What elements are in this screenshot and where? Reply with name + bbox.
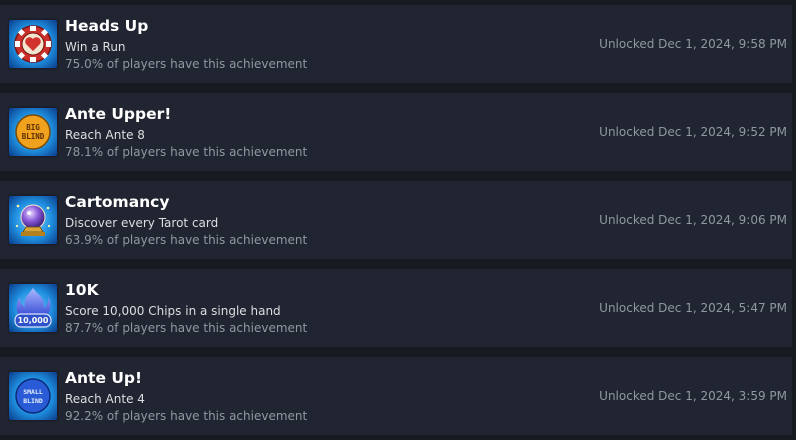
achievement-description: Reach Ante 4 (65, 392, 145, 406)
achievement-row-cartomancy: Cartomancy Discover every Tarot card 63.… (0, 181, 792, 259)
achievement-title: 10K (65, 281, 99, 299)
unlocked-timestamp: Unlocked Dec 1, 2024, 5:47 PM (599, 301, 787, 315)
unlocked-timestamp: Unlocked Dec 1, 2024, 9:58 PM (599, 37, 787, 51)
achievement-title: Cartomancy (65, 193, 170, 211)
svg-text:SMALL: SMALL (23, 388, 43, 396)
blue-flame-10000-icon: 10,000 (9, 284, 57, 332)
svg-text:BIG: BIG (26, 123, 40, 132)
achievement-title: Heads Up (65, 17, 149, 35)
unlocked-timestamp: Unlocked Dec 1, 2024, 9:06 PM (599, 213, 787, 227)
achievement-percent: 75.0% of players have this achievement (65, 57, 308, 71)
icon-label: 10,000 (17, 316, 49, 325)
achievement-percent: 92.2% of players have this achievement (65, 409, 308, 423)
unlocked-timestamp: Unlocked Dec 1, 2024, 3:59 PM (599, 389, 787, 403)
unlocked-timestamp: Unlocked Dec 1, 2024, 9:52 PM (599, 125, 787, 139)
achievement-row-ante-upper: BIG BLIND Ante Upper! Reach Ante 8 78.1%… (0, 93, 792, 171)
big-blind-chip-icon: BIG BLIND (9, 108, 57, 156)
svg-text:BLIND: BLIND (23, 397, 43, 405)
achievement-row-ante-up: SMALL BLIND Ante Up! Reach Ante 4 92.2% … (0, 357, 792, 435)
achievement-description: Discover every Tarot card (65, 216, 219, 230)
poker-chip-heart-icon (9, 20, 57, 68)
svg-text:BLIND: BLIND (22, 132, 45, 141)
achievement-title: Ante Upper! (65, 105, 172, 123)
achievement-description: Reach Ante 8 (65, 128, 145, 142)
achievement-list: Heads Up Win a Run 75.0% of players have… (0, 0, 796, 440)
crystal-ball-icon (9, 196, 57, 244)
achievement-row-10k: 10,000 10K Score 10,000 Chips in a singl… (0, 269, 792, 347)
achievement-percent: 78.1% of players have this achievement (65, 145, 308, 159)
achievement-percent: 87.7% of players have this achievement (65, 321, 308, 335)
achievement-percent: 63.9% of players have this achievement (65, 233, 308, 247)
achievement-description: Score 10,000 Chips in a single hand (65, 304, 281, 318)
achievement-row-heads-up: Heads Up Win a Run 75.0% of players have… (0, 5, 792, 83)
achievement-title: Ante Up! (65, 369, 143, 387)
achievement-description: Win a Run (65, 40, 126, 54)
small-blind-chip-icon: SMALL BLIND (9, 372, 57, 420)
